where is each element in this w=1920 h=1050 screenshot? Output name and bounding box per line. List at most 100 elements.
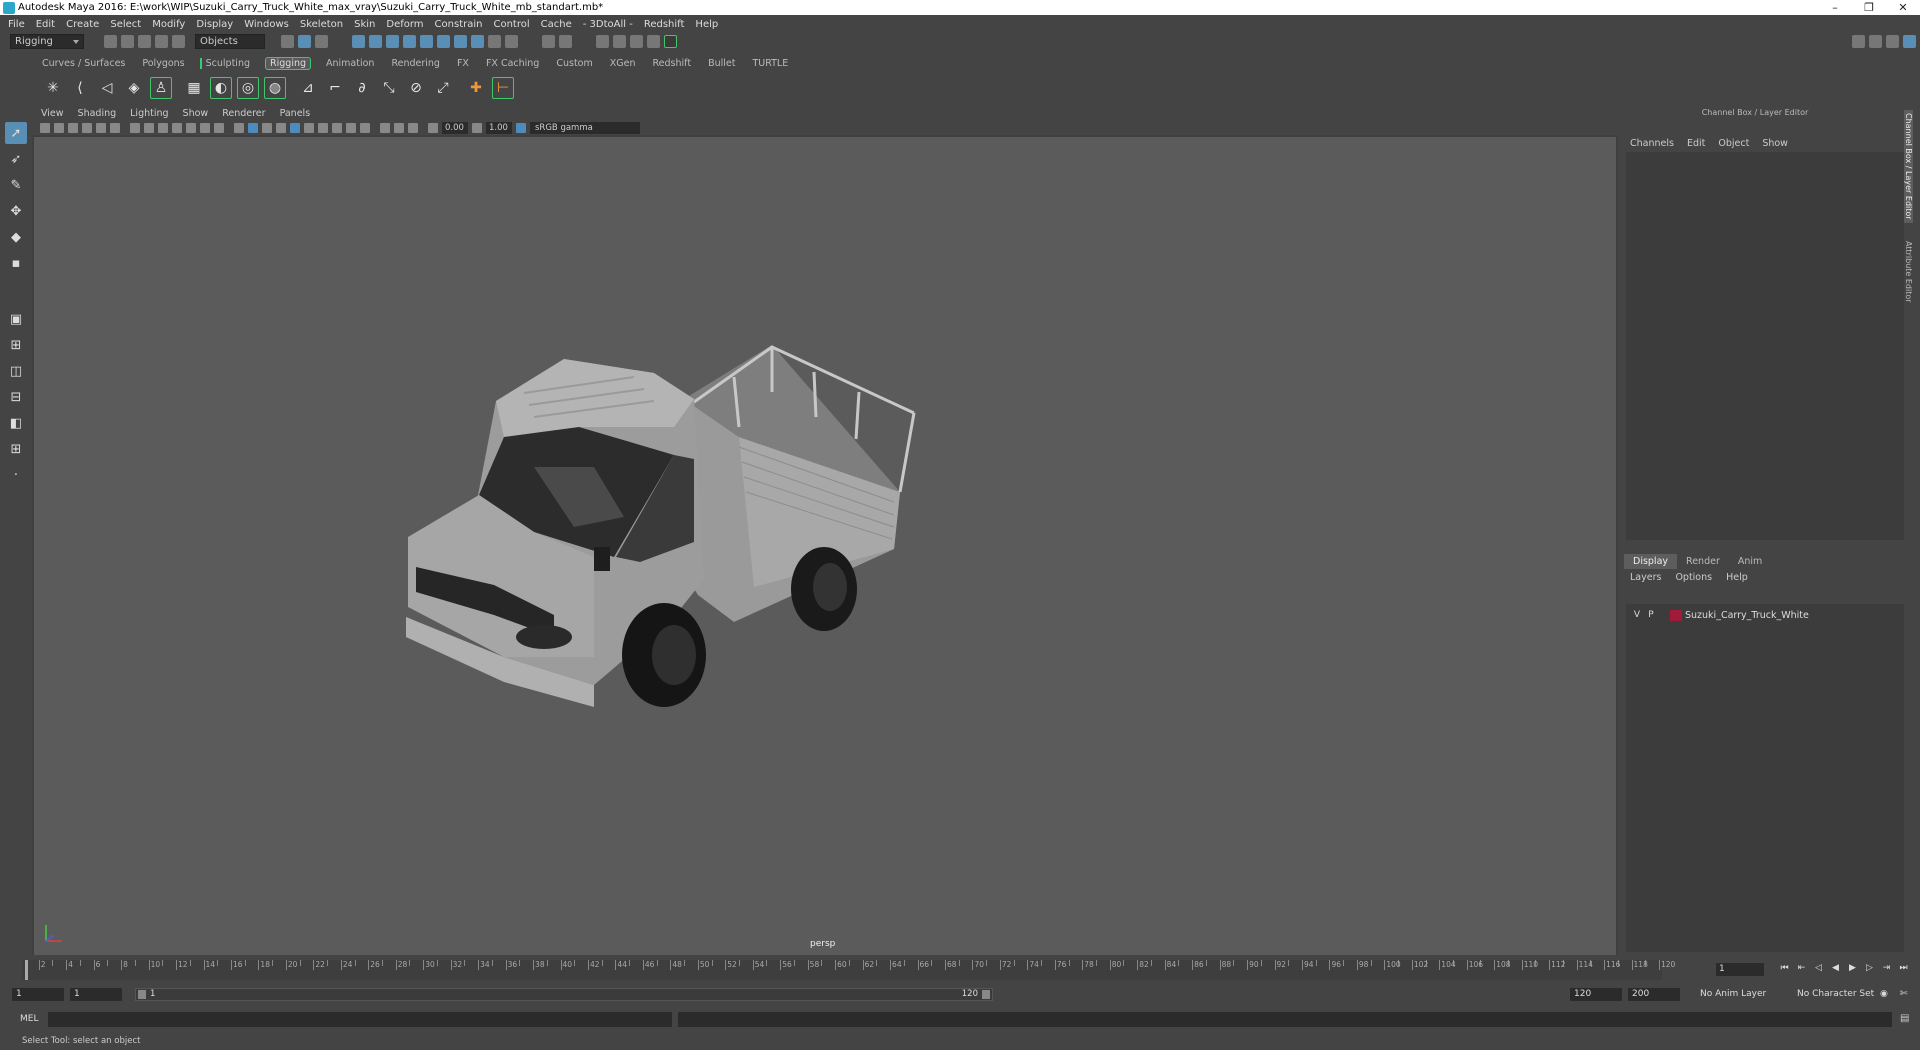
shelf-tab-fx[interactable]: FX [455,58,471,69]
wireframe-on-shaded-icon[interactable] [262,122,272,133]
more-layouts-icon[interactable]: · [5,464,27,486]
side-tab-attribute-editor[interactable]: Attribute Editor [1904,241,1913,303]
playback-start-field[interactable]: 1 [70,988,122,1001]
lock-selection-icon[interactable] [488,34,501,48]
2d-pan-zoom-icon[interactable] [96,122,106,133]
menu-create[interactable]: Create [66,19,99,30]
range-start-handle[interactable] [138,990,146,999]
persp-graph-layout-icon[interactable]: ⊟ [5,386,27,408]
anti-aliasing-icon[interactable] [346,122,356,133]
toggle-panel-icon[interactable] [1869,34,1882,48]
shelf-tab-rendering[interactable]: Rendering [389,58,442,69]
screen-space-ao-icon[interactable] [318,122,328,133]
step-forward-frame-icon[interactable]: ▷ [1861,963,1878,973]
range-end-handle[interactable] [982,990,990,999]
animation-start-field[interactable]: 1 [12,988,64,1001]
resolution-gate-icon[interactable] [158,122,168,133]
smooth-shade-icon[interactable] [248,122,258,133]
shelf-tab-animation[interactable]: Animation [324,58,376,69]
render-settings-icon[interactable] [647,34,660,48]
menu-set-dropdown[interactable]: Rigging [10,33,84,49]
interactive-bind-icon[interactable]: ◍ [264,77,286,99]
exposure-field[interactable]: 0.00 [442,121,468,134]
exposure-icon[interactable] [428,122,438,133]
viewport-menu-lighting[interactable]: Lighting [130,108,168,119]
ipr-render-icon[interactable] [630,34,643,48]
step-forward-key-icon[interactable]: ⇥ [1878,963,1895,973]
animation-end-field[interactable]: 200 [1628,988,1680,1001]
menu-display[interactable]: Display [196,19,233,30]
layer-menu-layers[interactable]: Layers [1630,572,1661,583]
mask-deformations-icon[interactable] [420,34,433,48]
depth-of-field-icon[interactable] [360,122,370,133]
channel-box-menu-channels[interactable]: Channels [1630,138,1674,149]
hypershade-layout-icon[interactable]: ◧ [5,412,27,434]
mask-handles-icon[interactable] [352,34,365,48]
select-by-object-icon[interactable] [298,34,311,48]
render-frame-icon[interactable] [613,34,626,48]
select-tool-icon[interactable]: ➚ [5,122,27,144]
bookmark-icon[interactable] [68,122,78,133]
menu-control[interactable]: Control [493,19,529,30]
viewport-menu-shading[interactable]: Shading [78,108,117,119]
gamma-field[interactable]: 1.00 [486,121,512,134]
current-frame-field[interactable]: 1 [1716,963,1764,976]
viewport-menu-renderer[interactable]: Renderer [222,108,265,119]
current-frame-marker[interactable] [25,960,28,980]
grease-pencil-icon[interactable] [110,122,120,133]
menu-select[interactable]: Select [110,19,141,30]
play-backwards-icon[interactable]: ◀ [1827,963,1844,973]
shelf-tab-bullet[interactable]: Bullet [706,58,737,69]
snap-to-grid-icon[interactable] [542,34,555,48]
redo-icon[interactable] [172,34,185,48]
shelf-tab-rigging[interactable]: Rigging [265,57,312,70]
ik-spline-icon[interactable]: ◁ [96,77,118,99]
undo-icon[interactable] [155,34,168,48]
constraint-icon[interactable]: ⊢ [492,77,514,99]
shelf-tab-sculpting[interactable]: Sculpting [199,58,252,69]
layout-icon[interactable] [1852,34,1865,48]
wire-icon[interactable]: ⤡ [378,77,400,99]
channel-box-menu-object[interactable]: Object [1718,138,1749,149]
viewport-menu-show[interactable]: Show [183,108,209,119]
select-camera-icon[interactable] [40,122,50,133]
menu-redshift[interactable]: Redshift [644,19,685,30]
camera-attributes-icon[interactable] [54,122,64,133]
rotate-tool-icon[interactable]: ◆ [5,226,27,248]
outliner-layout-icon[interactable]: ⊞ [5,438,27,460]
auto-key-icon[interactable]: ◉ [1880,989,1888,999]
step-back-frame-icon[interactable]: ◁ [1810,963,1827,973]
mask-surfaces-icon[interactable] [403,34,416,48]
selection-mode-dropdown[interactable]: Objects [195,33,265,49]
time-slider-track[interactable]: 2 4 6 8 10 12 14 16 18 20 22 24 26 28 30 32 34 36 38 40 42 44… [22,960,1675,980]
move-tool-icon[interactable]: ✥ [5,200,27,222]
layer-row[interactable]: V P Suzuki_Carry_Truck_White [1630,608,1902,622]
image-plane-icon[interactable] [82,122,92,133]
menu-cache[interactable]: Cache [541,19,572,30]
animation-preferences-icon[interactable]: ✄ [1900,989,1908,999]
menu-windows[interactable]: Windows [244,19,289,30]
select-by-component-icon[interactable] [315,34,328,48]
scale-tool-icon[interactable]: ▪ [5,252,27,274]
safe-action-icon[interactable] [200,122,210,133]
locator-icon[interactable]: ✚ [465,77,487,99]
safe-title-icon[interactable] [214,122,224,133]
menu-help[interactable]: Help [695,19,718,30]
save-scene-icon[interactable] [138,34,151,48]
shelf-tab-turtle[interactable]: TURTLE [750,58,790,69]
3d-viewport[interactable]: persp [34,137,1616,955]
select-by-hierarchy-icon[interactable] [281,34,294,48]
xray-joints-icon[interactable] [408,122,418,133]
go-to-start-icon[interactable]: ⏮ [1776,963,1793,973]
joint-tool-icon[interactable]: ✳ [42,77,64,99]
wireframe-icon[interactable] [234,122,244,133]
textured-icon[interactable] [276,122,286,133]
layer-visibility-toggle[interactable]: V [1630,610,1644,620]
render-view-icon[interactable] [596,34,609,48]
character-set-dropdown[interactable]: No Character Set [1797,989,1874,999]
menu-skeleton[interactable]: Skeleton [300,19,343,30]
sculpt-deformer-icon[interactable]: ⊘ [405,77,427,99]
side-tab-channel-box[interactable]: Channel Box / Layer Editor [1904,110,1913,223]
layer-playback-toggle[interactable]: P [1644,610,1658,620]
restore-button[interactable]: ❐ [1852,0,1886,15]
